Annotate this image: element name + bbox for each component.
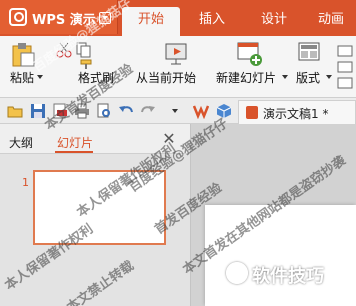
- wps-app-menu-button[interactable]: WPS 演示: [0, 0, 118, 34]
- cloud-box-icon[interactable]: [216, 103, 232, 119]
- tab-insert[interactable]: 插入: [186, 7, 238, 36]
- cut-icon[interactable]: [56, 42, 72, 58]
- undo-icon[interactable]: [118, 103, 134, 119]
- document-tab[interactable]: 演示文稿1 *: [238, 100, 356, 124]
- slide-thumbnail[interactable]: [33, 170, 166, 245]
- print-icon[interactable]: [74, 103, 90, 119]
- tab-design[interactable]: 设计: [248, 7, 300, 36]
- wps-office-icon[interactable]: [192, 103, 210, 120]
- brand-logo-icon: [226, 262, 248, 284]
- slide-canvas[interactable]: [205, 205, 356, 306]
- wps-logo-icon: [9, 8, 27, 26]
- copy-icon[interactable]: [76, 42, 92, 58]
- open-folder-icon[interactable]: [7, 103, 23, 119]
- close-icon[interactable]: ✕: [160, 130, 178, 148]
- slide-number: 1: [22, 176, 29, 189]
- chevron-down-icon[interactable]: [37, 75, 43, 79]
- brand-watermark: 软件技巧: [252, 266, 324, 287]
- layout-button[interactable]: 版式: [296, 69, 320, 86]
- chevron-down-icon[interactable]: [326, 75, 332, 79]
- app-name: WPS 演示: [32, 13, 96, 28]
- layout-icon: [298, 42, 320, 62]
- new-slide-button[interactable]: 新建幻灯片: [216, 69, 276, 86]
- paste-icon: [10, 42, 36, 68]
- new-slide-icon: [234, 40, 264, 68]
- document-title: 演示文稿1 *: [263, 107, 329, 121]
- chevron-down-icon[interactable]: [282, 75, 288, 79]
- more-icon[interactable]: [336, 42, 356, 90]
- redo-icon[interactable]: [140, 103, 156, 119]
- tab-home[interactable]: 开始: [122, 7, 180, 36]
- format-painter-button[interactable]: 格式刷: [78, 69, 114, 86]
- tab-slides[interactable]: 幻灯片: [57, 134, 93, 151]
- presentation-file-icon: [246, 106, 258, 119]
- save-icon[interactable]: [30, 103, 46, 119]
- play-from-current-icon: [163, 40, 191, 68]
- chevron-down-icon: [99, 12, 111, 24]
- tab-outline[interactable]: 大纲: [9, 134, 33, 151]
- active-tab-indicator: [55, 151, 93, 153]
- format-painter-icon: [80, 58, 94, 69]
- tab-animation[interactable]: 动画: [306, 7, 356, 36]
- export-pdf-icon[interactable]: [52, 103, 68, 119]
- print-preview-icon[interactable]: [96, 103, 112, 119]
- ribbon: 粘贴 格式刷 从当前开始 新建幻灯片 版式: [0, 36, 356, 98]
- paste-button[interactable]: 粘贴: [10, 69, 34, 86]
- slide-panel-header: 大纲 幻灯片 ✕: [0, 124, 190, 154]
- chevron-down-icon[interactable]: [172, 109, 178, 113]
- from-current-button[interactable]: 从当前开始: [136, 69, 196, 86]
